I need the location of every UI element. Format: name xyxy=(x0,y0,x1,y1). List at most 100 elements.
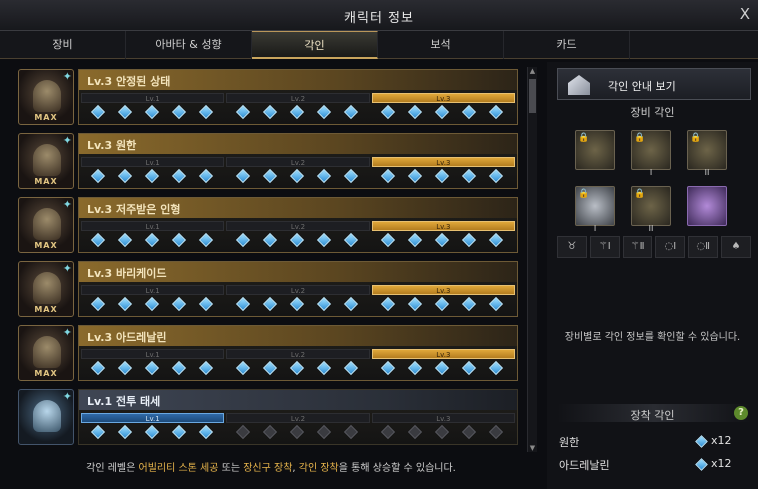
tab-gems[interactable]: 보석 xyxy=(378,31,504,59)
level-segment: Lv.3 xyxy=(371,221,515,231)
slot-roman: I xyxy=(593,224,597,233)
close-icon[interactable]: X xyxy=(740,5,750,23)
engraving-gem-icon xyxy=(289,168,305,184)
engraving-gem-icon xyxy=(262,168,278,184)
engraving-gem-icon xyxy=(144,296,160,312)
engraving-gem-icon xyxy=(262,424,278,440)
amulet-slot-icon[interactable]: ♉ xyxy=(557,236,587,258)
scroll-thumb[interactable] xyxy=(529,79,536,113)
gem-row xyxy=(87,104,513,123)
engraving-gem-icon xyxy=(380,424,396,440)
engraving-bar: Lv.3 저주받은 인형 Lv.1 Lv.2 Lv.3 xyxy=(78,197,518,253)
lock-icon: 🔒 xyxy=(634,189,646,199)
level-segments: Lv.1 Lv.2 Lv.3 xyxy=(81,349,515,359)
footer-highlight-stone: 어빌리티 스톤 세공 xyxy=(138,463,219,474)
tab-avatar[interactable]: 아바타 & 성향 xyxy=(126,31,252,59)
necklace-slot[interactable]: 🔒 xyxy=(575,130,615,170)
engraving-emblem-icon xyxy=(33,80,61,112)
applied-engraving-row: 원한 x12 xyxy=(559,434,749,450)
max-badge: MAX xyxy=(34,113,58,122)
engraving-row[interactable]: ✦ MAX Lv.3 바리케이드 Lv.1 Lv.2 Lv.3 xyxy=(16,259,518,319)
engraving-row[interactable]: ✦ MAX Lv.3 안정된 상태 Lv.1 Lv.2 Lv.3 xyxy=(16,67,518,127)
slot-roman: I xyxy=(649,168,653,177)
right-panel: 각인 안내 보기 장비 각인 🔒 🔒 I 🔒 II 🔒 I 🔒 II ♉ ⚚Ⅰ ⚚Ⅱ ◌… xyxy=(547,62,758,489)
engraving-gem-icon xyxy=(343,168,359,184)
ring-slot-2[interactable]: 🔒 II xyxy=(631,186,671,233)
engraving-name: Lv.1 전투 태세 xyxy=(87,395,161,408)
engraving-row[interactable]: ✦ MAX Lv.3 원한 Lv.1 Lv.2 Lv.3 xyxy=(16,131,518,191)
ability-stone-slot[interactable] xyxy=(687,186,727,226)
stone-slot-icon[interactable]: ♠ xyxy=(721,236,751,258)
star-icon: ✦ xyxy=(62,70,72,83)
engraving-emblem-icon xyxy=(33,272,61,304)
engraving-gem-icon xyxy=(262,104,278,120)
level-segment: Lv.2 xyxy=(226,221,370,231)
engrave-gem-icon xyxy=(695,458,708,471)
max-badge: MAX xyxy=(34,241,58,250)
help-icon[interactable]: ? xyxy=(734,406,748,420)
ring1-slot-icon[interactable]: ◌Ⅰ xyxy=(655,236,686,258)
tab-bar: 장비 아바타 & 성향 각인 보석 카드 xyxy=(0,31,758,59)
engraving-gem-icon xyxy=(461,296,477,312)
engraving-gem-icon xyxy=(488,296,504,312)
engraving-gem-icon xyxy=(144,424,160,440)
engraving-gem-icon xyxy=(262,360,278,376)
slot-type-icons: ♉ ⚚Ⅰ ⚚Ⅱ ◌Ⅰ ◌Ⅱ ♠ xyxy=(557,236,751,260)
ring-slot-1[interactable]: 🔒 I xyxy=(575,186,615,233)
engraving-gem-icon xyxy=(407,424,423,440)
level-segments: Lv.1 Lv.2 Lv.3 xyxy=(81,221,515,231)
level-segment: Lv.1 xyxy=(81,285,225,295)
tab-engraving[interactable]: 각인 xyxy=(252,31,378,59)
engraving-emblem-icon xyxy=(33,144,61,176)
star-icon: ✦ xyxy=(62,390,72,403)
engraving-row[interactable]: ✦ MAX Lv.3 저주받은 인형 Lv.1 Lv.2 Lv.3 xyxy=(16,195,518,255)
engraving-gem-icon xyxy=(262,296,278,312)
engraving-name: Lv.3 바리케이드 xyxy=(87,267,167,280)
level-segment: Lv.3 xyxy=(371,349,515,359)
engraving-gem-icon xyxy=(343,296,359,312)
engraving-gem-icon xyxy=(434,424,450,440)
earring-slot-2[interactable]: 🔒 II xyxy=(687,130,727,177)
earring1-slot-icon[interactable]: ⚚Ⅰ xyxy=(589,236,620,258)
window-title: 캐릭터 정보 xyxy=(344,11,414,26)
star-icon: ✦ xyxy=(62,262,72,275)
engraving-gem-icon xyxy=(461,424,477,440)
engraving-gem-icon xyxy=(407,296,423,312)
applied-engraving-name: 아드레날린 xyxy=(559,459,610,472)
engraving-gem-icon xyxy=(343,104,359,120)
earring-slot-1[interactable]: 🔒 I xyxy=(631,130,671,177)
footer-highlight-accessory: 장신구 장착 xyxy=(243,463,293,474)
engraving-guide-button[interactable]: 각인 안내 보기 xyxy=(557,68,751,100)
level-segment: Lv.3 xyxy=(371,285,515,295)
engraving-gem-icon xyxy=(343,232,359,248)
engraving-gem-icon xyxy=(117,104,133,120)
engraving-portrait: ✦ MAX xyxy=(18,325,74,381)
engraving-row[interactable]: ✦ Lv.1 전투 태세 Lv.1 Lv.2 Lv.3 xyxy=(16,387,518,447)
engraving-gem-icon xyxy=(316,296,332,312)
scrollbar[interactable]: ▲ ▼ xyxy=(527,67,537,452)
engraving-gem-icon xyxy=(488,168,504,184)
scroll-up-icon[interactable]: ▲ xyxy=(528,67,537,75)
scroll-down-icon[interactable]: ▼ xyxy=(528,444,537,452)
ring2-slot-icon[interactable]: ◌Ⅱ xyxy=(688,236,719,258)
engraving-emblem-icon xyxy=(33,336,61,368)
level-segments: Lv.1 Lv.2 Lv.3 xyxy=(81,285,515,295)
earring2-slot-icon[interactable]: ⚚Ⅱ xyxy=(622,236,653,258)
engraving-gem-icon xyxy=(198,232,214,248)
engraving-gem-icon xyxy=(117,168,133,184)
footer-highlight-equip: 각인 장착 xyxy=(298,463,339,474)
tab-cards[interactable]: 카드 xyxy=(504,31,630,59)
tab-equipment[interactable]: 장비 xyxy=(0,31,126,59)
star-icon: ✦ xyxy=(62,198,72,211)
engraving-gem-icon xyxy=(488,232,504,248)
engraving-row[interactable]: ✦ MAX Lv.3 아드레날린 Lv.1 Lv.2 Lv.3 xyxy=(16,323,518,383)
engraving-bar: Lv.3 안정된 상태 Lv.1 Lv.2 Lv.3 xyxy=(78,69,518,125)
engraving-portrait: ✦ MAX xyxy=(18,261,74,317)
engraving-bar: Lv.1 전투 태세 Lv.1 Lv.2 Lv.3 xyxy=(78,389,518,445)
book-icon xyxy=(568,75,590,95)
engraving-portrait: ✦ MAX xyxy=(18,197,74,253)
engraving-header: Lv.3 저주받은 인형 xyxy=(79,198,517,218)
engraving-gem-icon xyxy=(235,104,251,120)
equipment-engraving-title: 장비 각인 xyxy=(630,106,675,119)
engraving-gem-icon xyxy=(144,360,160,376)
